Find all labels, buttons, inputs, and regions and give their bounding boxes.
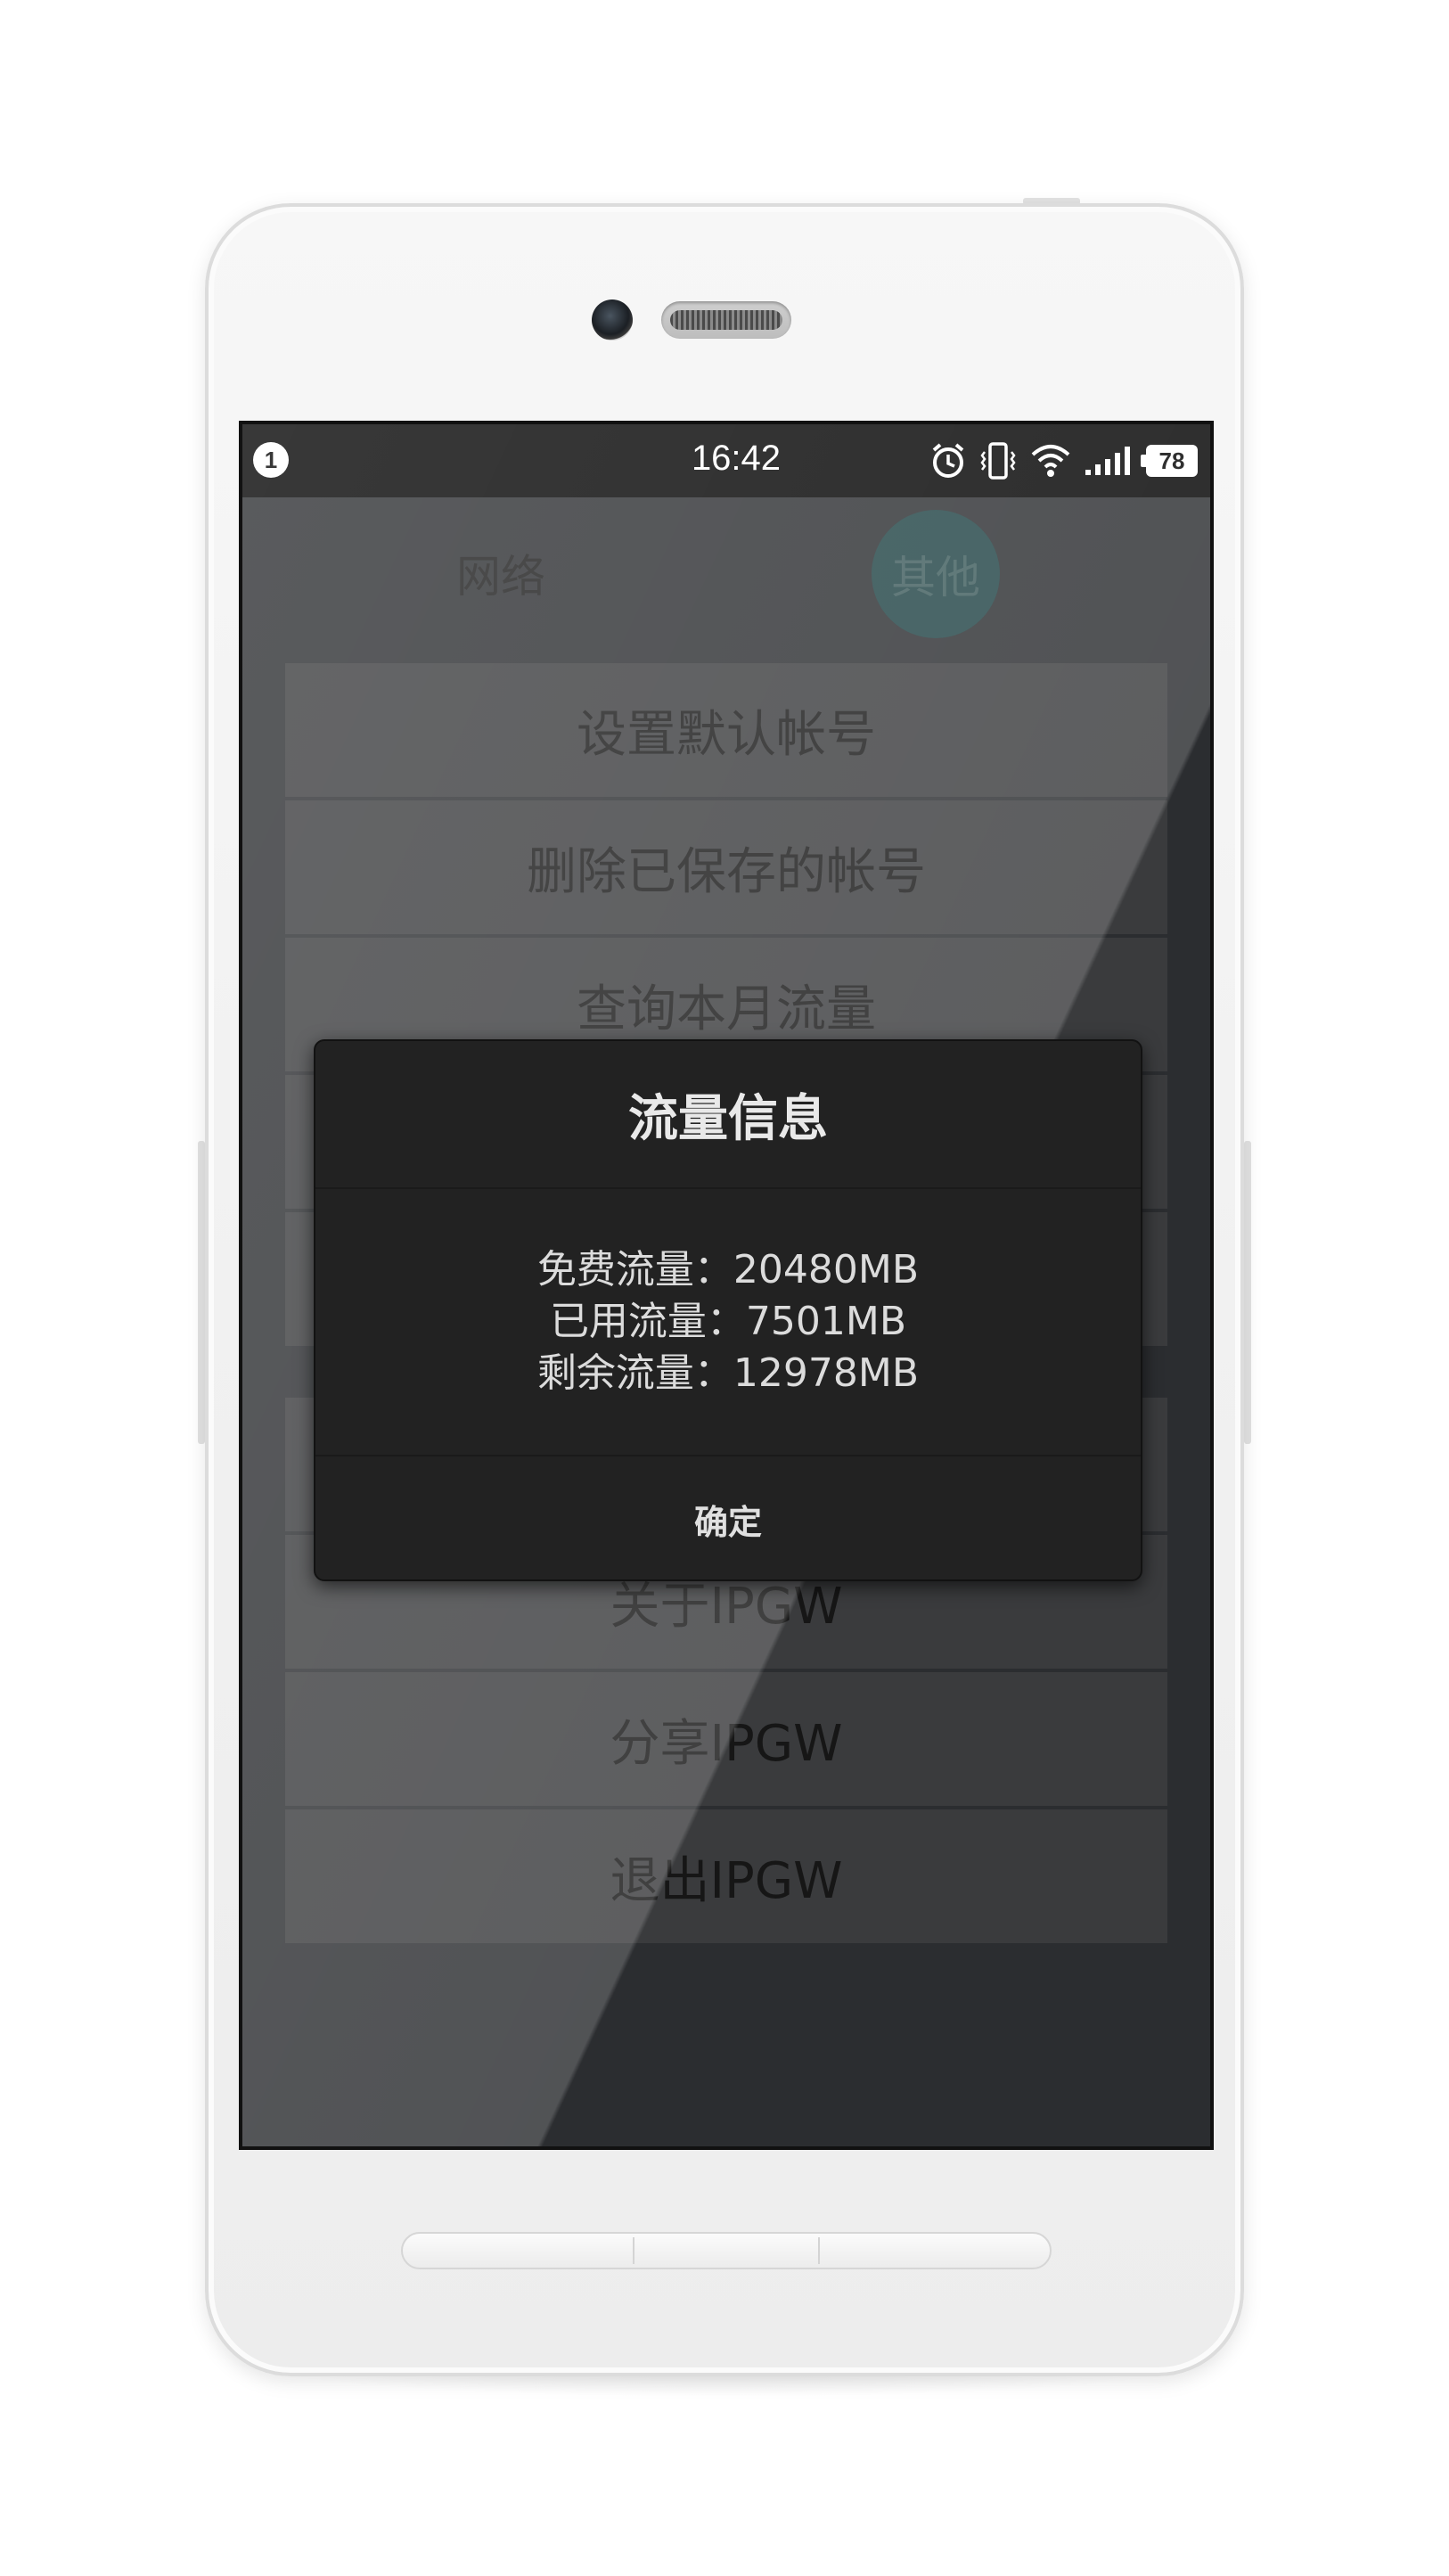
- notification-badge: 1: [253, 442, 289, 478]
- menu-item-delete-saved-account[interactable]: 删除已保存的帐号: [285, 800, 1167, 934]
- used-traffic-line: 已用流量：7501MB: [549, 1299, 907, 1344]
- tab-other[interactable]: 其他: [872, 510, 1000, 638]
- tab-network[interactable]: 网络: [394, 497, 608, 649]
- menu-item-set-default-account[interactable]: 设置默认帐号: [285, 663, 1167, 797]
- dialog-message: 免费流量：20480MB 已用流量：7501MB 剩余流量：12978MB: [315, 1189, 1141, 1456]
- remaining-traffic-line: 剩余流量：12978MB: [536, 1350, 920, 1396]
- signal-icon: [1085, 447, 1130, 475]
- phone-screen: 1 16:42 78 网络 其他 设置默认帐号 删除已保存的帐号 查询本月流量 …: [239, 421, 1214, 2150]
- side-button: [1244, 1141, 1251, 1444]
- status-icons: 78: [930, 437, 1198, 485]
- home-button[interactable]: [401, 2232, 1052, 2269]
- ok-button[interactable]: 确定: [315, 1456, 1141, 1579]
- earpiece-speaker: [661, 301, 791, 339]
- front-camera: [592, 299, 633, 340]
- menu-item-exit[interactable]: 退出IPGW: [285, 1809, 1167, 1943]
- tab-bar: 网络 其他: [242, 497, 1210, 649]
- status-time: 16:42: [691, 439, 782, 478]
- volume-button: [198, 1141, 205, 1444]
- wifi-icon: [1031, 445, 1070, 477]
- status-bar: 1 16:42 78: [242, 424, 1210, 497]
- traffic-info-dialog: 流量信息 免费流量：20480MB 已用流量：7501MB 剩余流量：12978…: [314, 1039, 1142, 1581]
- vibrate-icon: [980, 442, 1016, 480]
- dialog-title: 流量信息: [315, 1041, 1141, 1189]
- menu-item-share[interactable]: 分享IPGW: [285, 1672, 1167, 1806]
- free-traffic-line: 免费流量：20480MB: [536, 1247, 920, 1292]
- battery-icon: 78: [1141, 445, 1198, 477]
- alarm-icon: [932, 443, 964, 478]
